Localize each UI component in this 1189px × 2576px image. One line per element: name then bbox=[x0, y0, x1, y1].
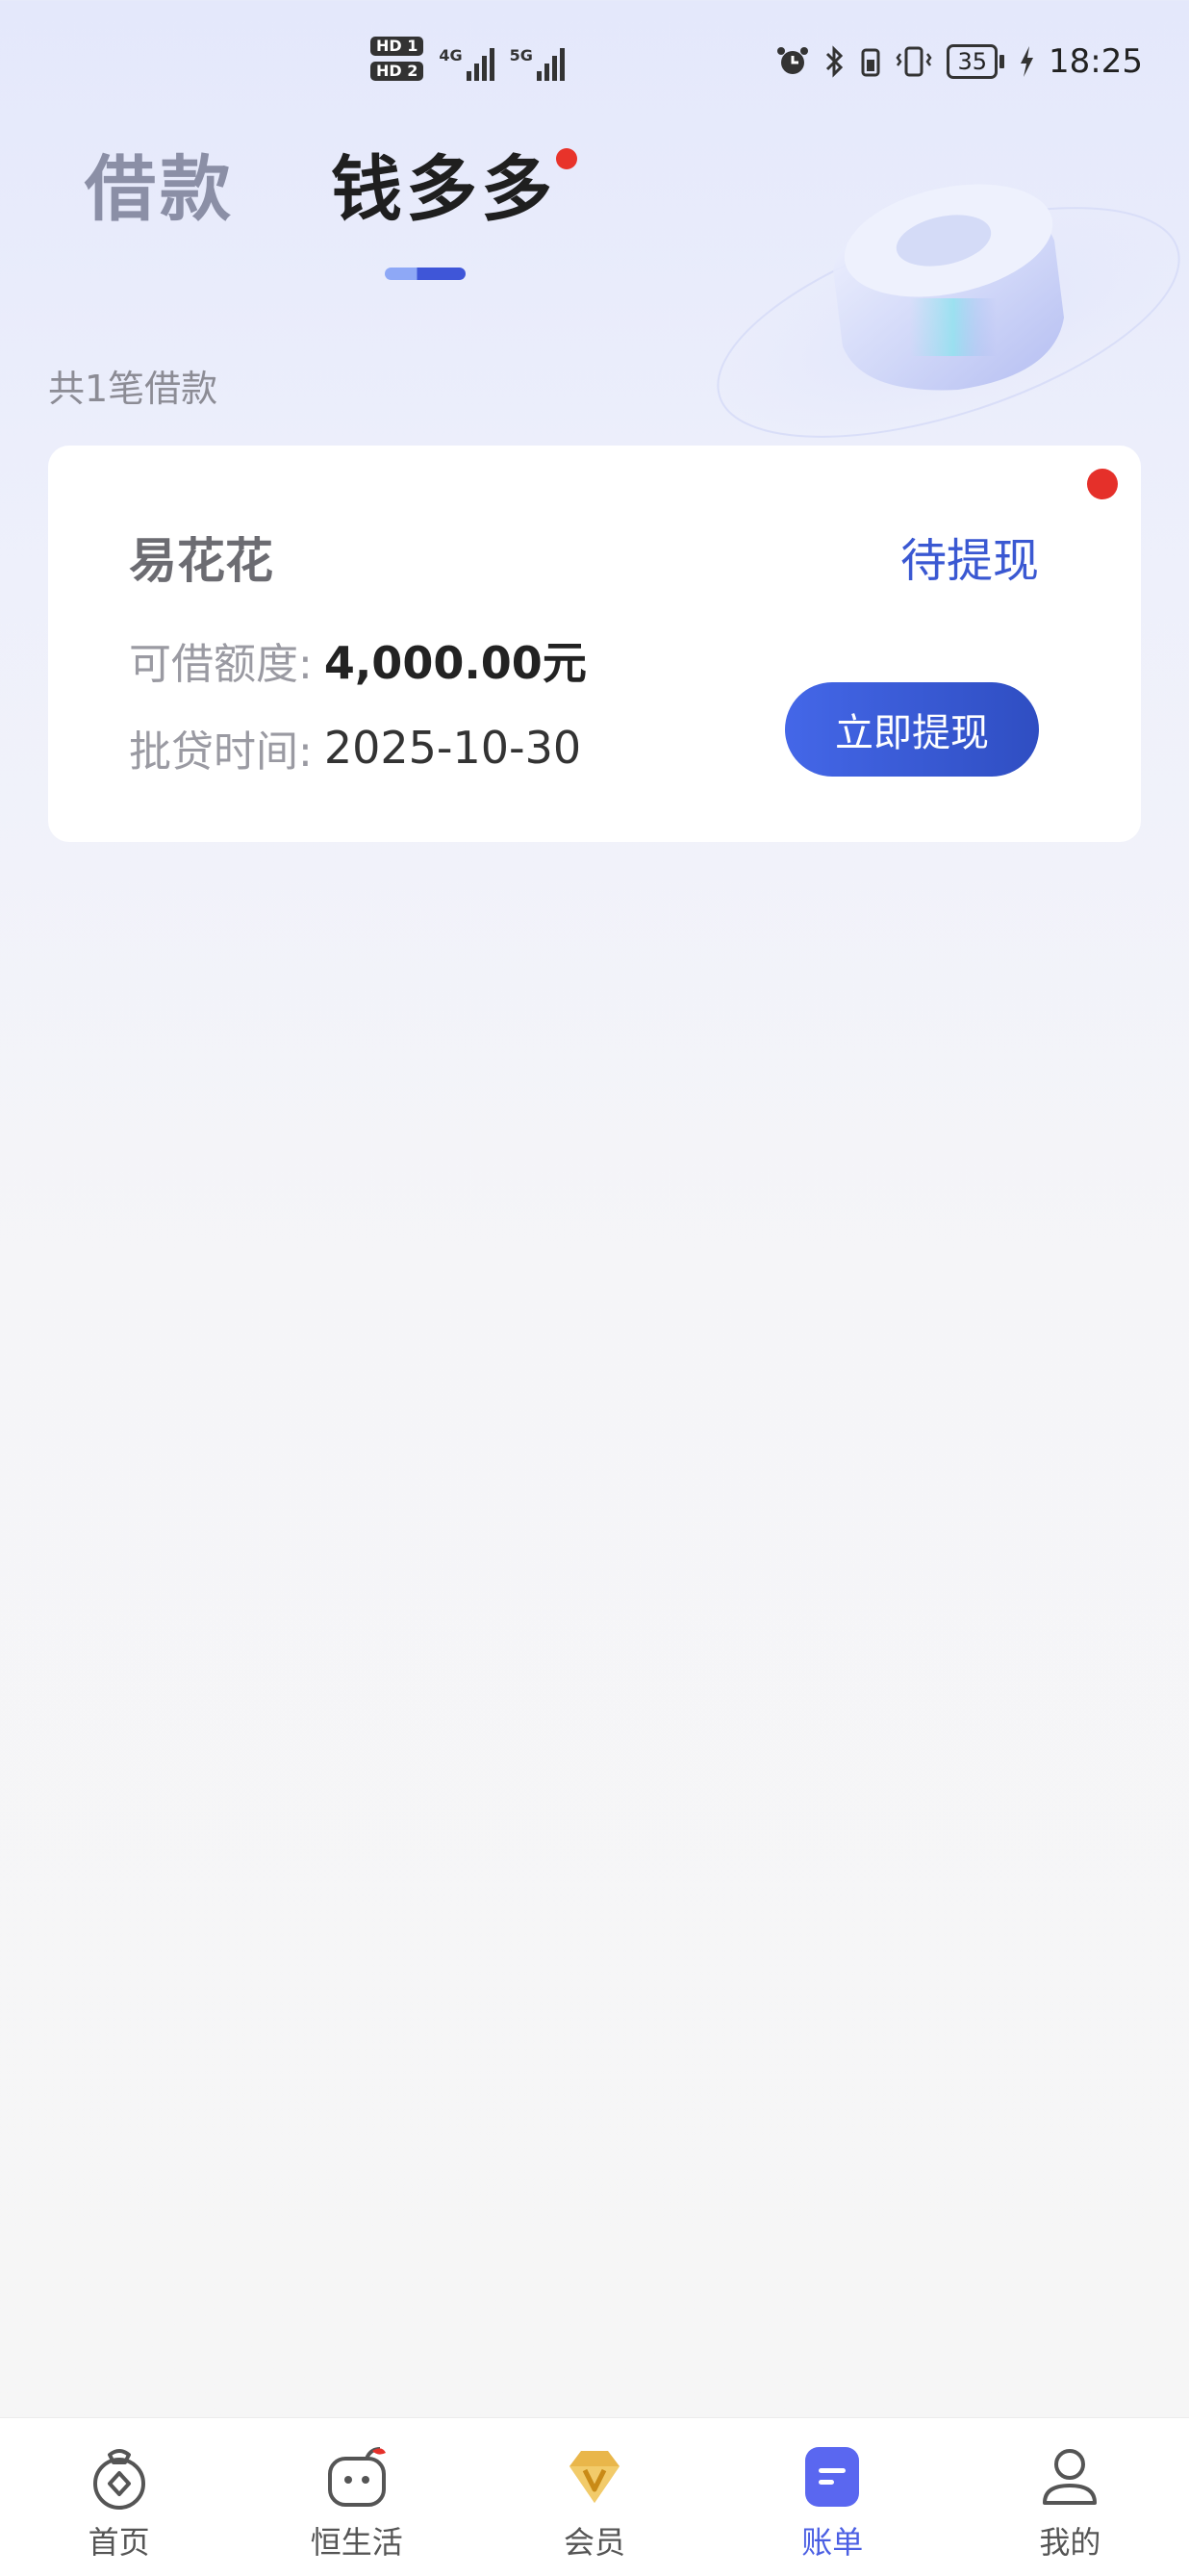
nav-item-life[interactable]: 恒生活 bbox=[238, 2418, 475, 2576]
tab-loan[interactable]: 借款 bbox=[85, 154, 235, 225]
bottom-nav: 首页 恒生活 会员 账单 我的 bbox=[0, 2417, 1189, 2576]
approve-row: 批贷时间: 2025-10-30 bbox=[129, 717, 581, 778]
top-tabs: 借款 钱多多 bbox=[85, 148, 577, 225]
battery-cap bbox=[999, 55, 1005, 68]
signal-5g-icon: 5G bbox=[510, 46, 565, 81]
loan-status: 待提现 bbox=[899, 534, 1039, 588]
nav-item-home[interactable]: 首页 bbox=[0, 2418, 238, 2576]
withdraw-now-button[interactable]: 立即提现 bbox=[785, 682, 1039, 777]
hd1-badge: HD 1 bbox=[370, 37, 424, 56]
nav-label-mine: 我的 bbox=[1039, 2524, 1101, 2561]
hd2-badge: HD 2 bbox=[370, 62, 424, 81]
alarm-icon bbox=[777, 47, 809, 74]
loan-card[interactable]: 易花花 待提现 可借额度: 4,000.00元 批贷时间: 2025-10-30… bbox=[48, 446, 1141, 842]
notification-dot bbox=[556, 148, 577, 169]
vibrate-icon bbox=[896, 46, 933, 77]
approve-label: 批贷时间: bbox=[129, 727, 313, 777]
active-tab-indicator bbox=[385, 268, 466, 280]
credit-value: 4,000.00元 bbox=[323, 637, 587, 689]
card-notification-dot bbox=[1087, 469, 1118, 499]
bluetooth-icon bbox=[826, 45, 844, 78]
nav-item-mine[interactable]: 我的 bbox=[951, 2418, 1189, 2576]
clock: 18:25 bbox=[1049, 42, 1143, 81]
nav-label-home: 首页 bbox=[88, 2524, 150, 2561]
life-face-icon bbox=[327, 2447, 386, 2507]
bill-icon bbox=[805, 2447, 860, 2507]
credit-label: 可借额度: bbox=[129, 640, 313, 689]
decorative-coin-illustration bbox=[708, 184, 1189, 443]
tab-qianduoduo[interactable]: 钱多多 bbox=[331, 148, 577, 225]
tab-qianduoduo-label: 钱多多 bbox=[331, 148, 556, 231]
network-indicators: HD 1 HD 2 4G 5G bbox=[370, 37, 565, 81]
battery-level: 35 bbox=[947, 44, 999, 79]
signal-4g-icon: 4G bbox=[439, 46, 494, 81]
status-bar: HD 1 HD 2 4G 5G 35 18:25 bbox=[0, 0, 1189, 135]
nav-item-bill[interactable]: 账单 bbox=[714, 2418, 951, 2576]
diamond-vip-icon bbox=[569, 2451, 620, 2503]
nav-item-member[interactable]: 会员 bbox=[475, 2418, 713, 2576]
hd-badges: HD 1 HD 2 bbox=[370, 37, 424, 81]
approve-value: 2025-10-30 bbox=[323, 722, 582, 774]
person-icon bbox=[1043, 2449, 1098, 2505]
nav-label-member: 会员 bbox=[564, 2524, 626, 2561]
charging-icon bbox=[1021, 46, 1034, 77]
home-money-bag-icon bbox=[92, 2449, 145, 2510]
product-name: 易花花 bbox=[129, 533, 273, 589]
system-indicators: 35 18:25 bbox=[775, 42, 1143, 81]
loan-count: 共1笔借款 bbox=[48, 368, 218, 410]
nav-label-bill: 账单 bbox=[801, 2524, 864, 2561]
credit-row: 可借额度: 4,000.00元 bbox=[129, 628, 587, 692]
battery-saver-icon bbox=[861, 48, 880, 77]
nav-label-life: 恒生活 bbox=[310, 2524, 403, 2561]
